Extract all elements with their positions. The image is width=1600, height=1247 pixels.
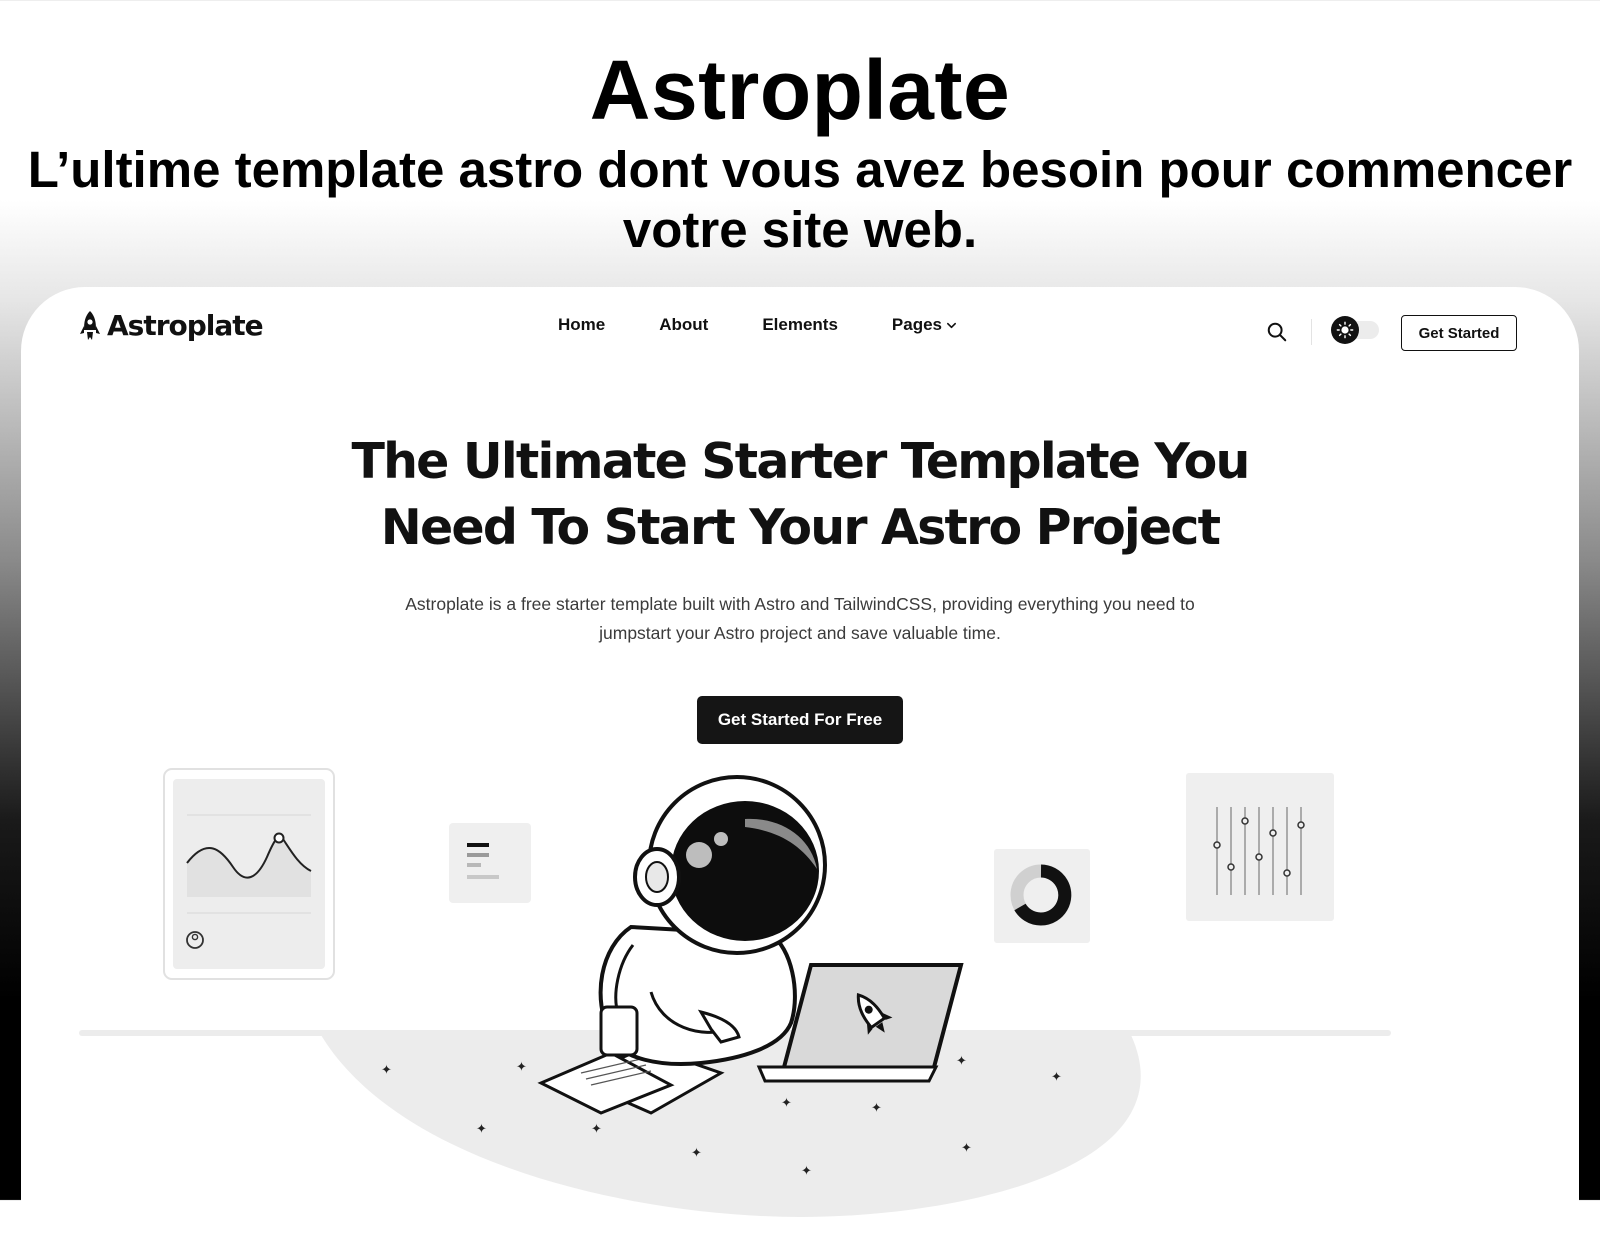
chart-card: [163, 768, 335, 980]
sliders-card: [1186, 773, 1334, 921]
svg-text:✦: ✦: [871, 1101, 882, 1116]
svg-text:✦: ✦: [801, 1164, 812, 1179]
hero-illustration: ✦ ✦ ✦ ✦ ✦ ✦ ✦ ✦ ✦ ✦ ✦: [79, 768, 1391, 1217]
nav-divider: [1311, 319, 1312, 345]
brand-name: Astroplate: [107, 309, 264, 342]
hero-description: Astroplate is a free starter template bu…: [405, 594, 1195, 643]
svg-text:✦: ✦: [381, 1063, 392, 1078]
svg-text:✦: ✦: [516, 1060, 527, 1075]
brand-logo[interactable]: Astroplate: [79, 309, 264, 342]
nav-pages[interactable]: Pages: [892, 315, 957, 335]
rocket-icon: [80, 310, 100, 340]
nav-about[interactable]: About: [659, 315, 708, 335]
sun-icon: [1336, 321, 1354, 339]
search-icon[interactable]: [1266, 321, 1288, 343]
donut-card: [994, 849, 1090, 943]
nav-elements[interactable]: Elements: [762, 315, 838, 335]
svg-text:✦: ✦: [1051, 1070, 1062, 1085]
get-started-free-button[interactable]: Get Started For Free: [697, 696, 903, 744]
svg-text:✦: ✦: [956, 1054, 967, 1069]
main-nav: Home About Elements Pages: [558, 315, 957, 335]
svg-text:✦: ✦: [591, 1122, 602, 1137]
svg-text:✦: ✦: [961, 1141, 972, 1156]
svg-text:✦: ✦: [691, 1146, 702, 1161]
browser-frame: Astroplate Home About Elements Pages Get…: [21, 287, 1579, 1247]
promo-subtitle: L’ultime template astro dont vous avez b…: [27, 141, 1573, 258]
nav-pages-label: Pages: [891, 315, 943, 334]
hero-title: The Ultimate Starter Template You Need T…: [351, 433, 1250, 556]
svg-text:✦: ✦: [781, 1096, 792, 1111]
get-started-button[interactable]: Get Started: [1401, 315, 1517, 351]
list-card: [449, 823, 531, 903]
navbar: Astroplate Home About Elements Pages Get…: [21, 287, 1579, 377]
chevron-down-icon: [947, 322, 957, 328]
theme-toggle-knob: [1331, 316, 1359, 344]
nav-home[interactable]: Home: [558, 315, 605, 335]
theme-toggle[interactable]: [1331, 316, 1379, 344]
svg-text:✦: ✦: [476, 1122, 487, 1137]
promo-title: Astroplate: [589, 43, 1011, 137]
